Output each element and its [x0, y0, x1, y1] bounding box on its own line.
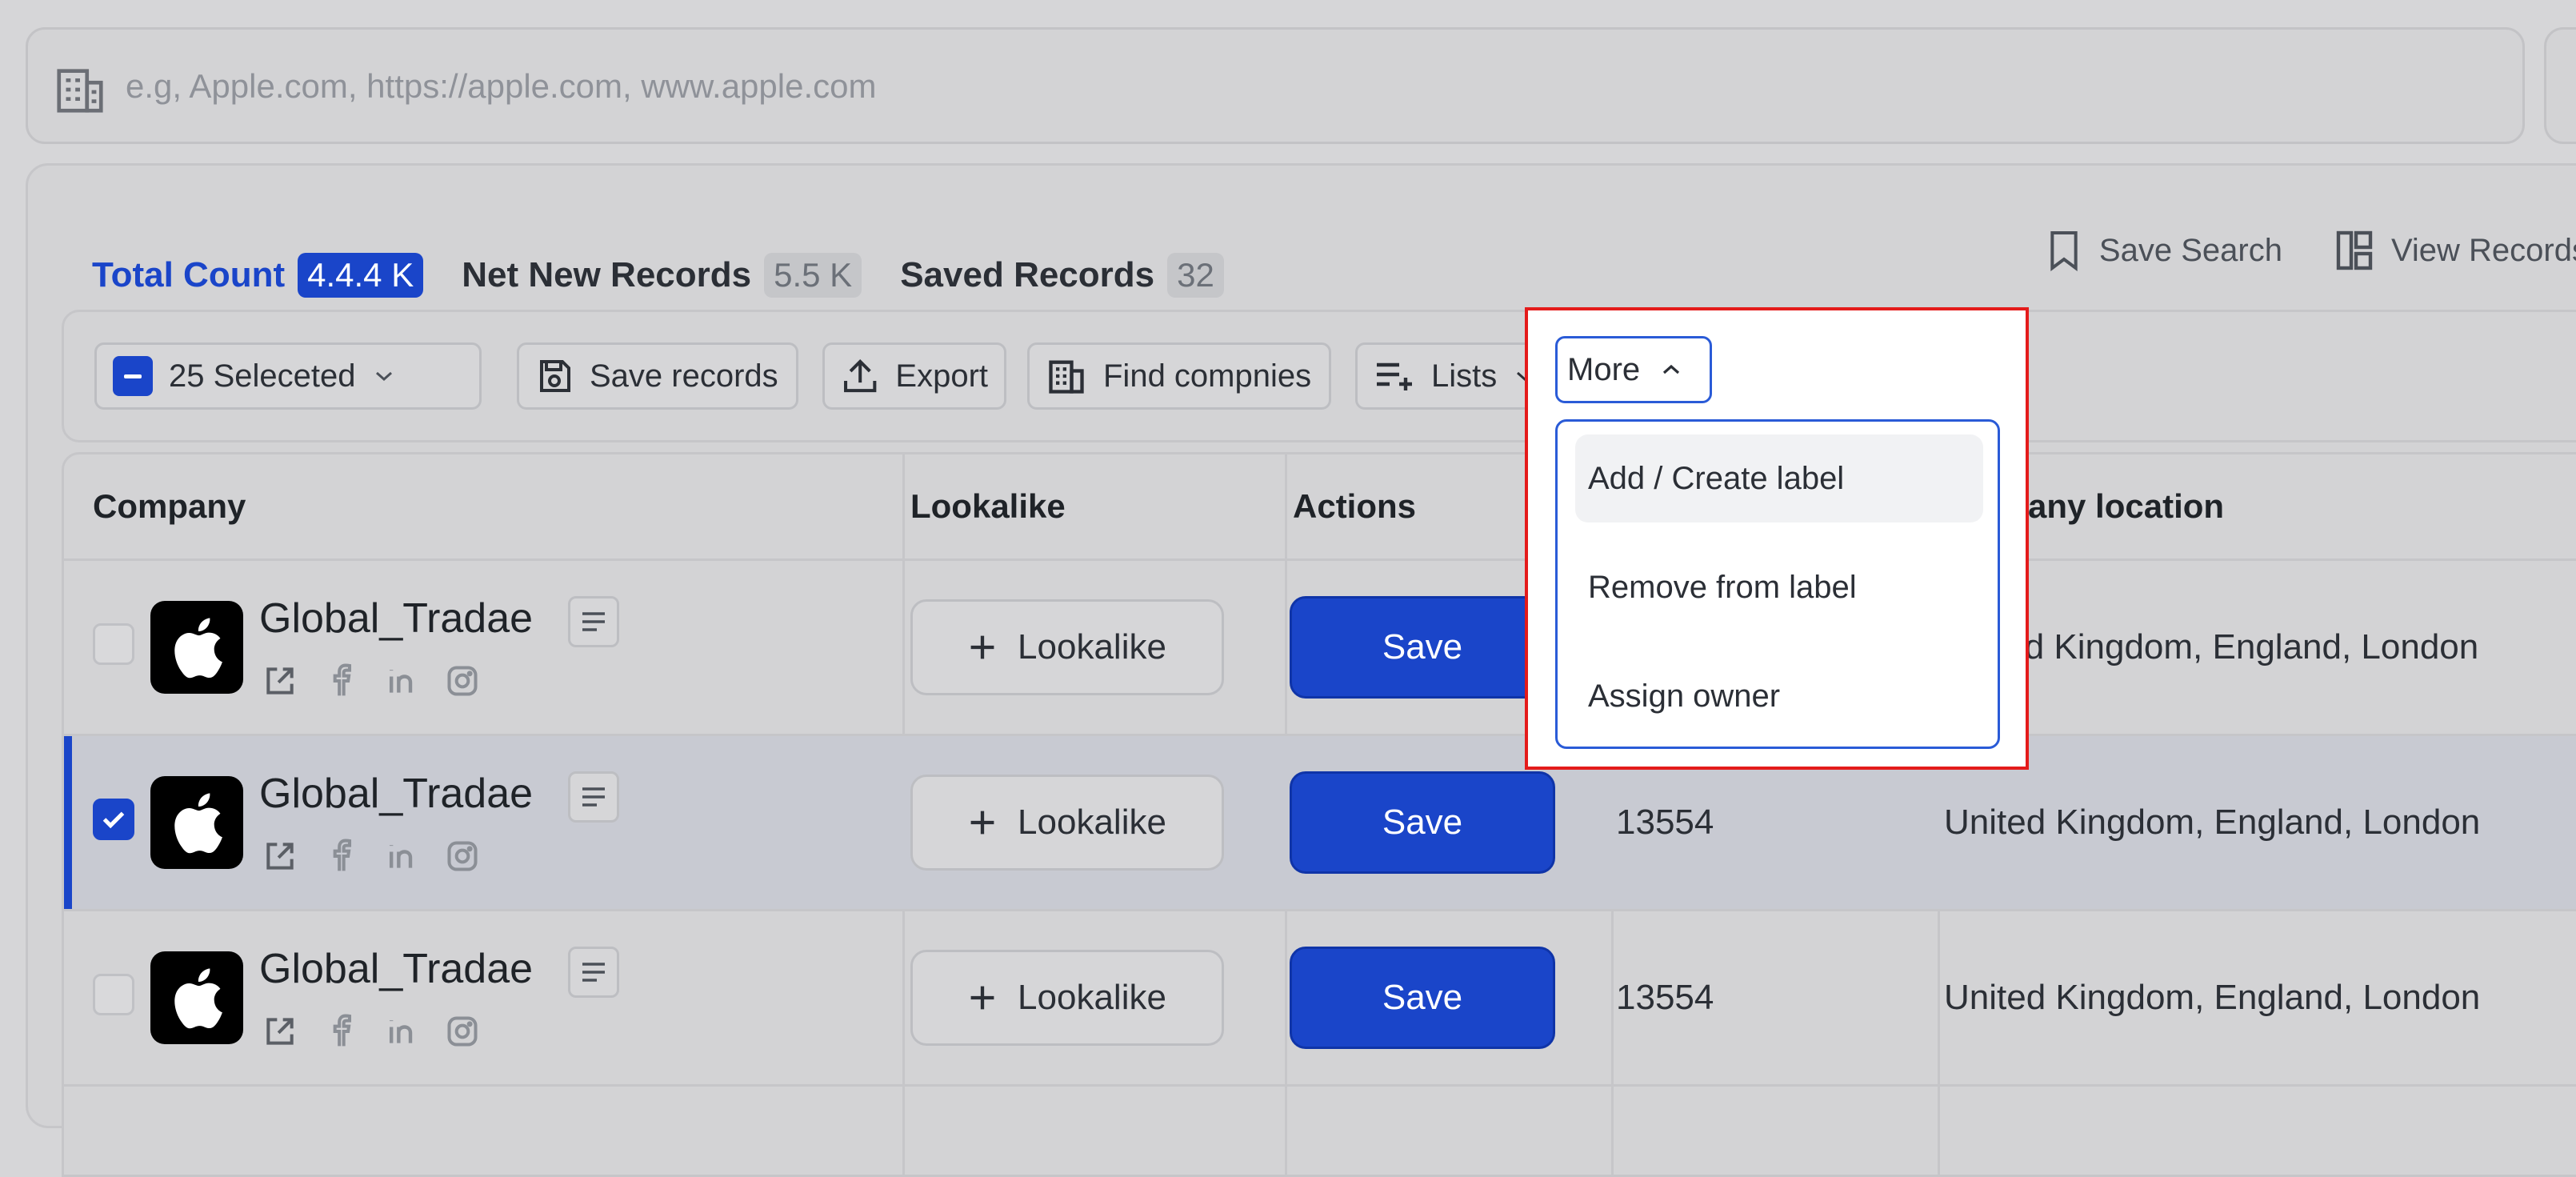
row-checkbox[interactable]	[93, 974, 134, 1015]
tab-count-badge: 5.5 K	[764, 253, 862, 298]
instagram-icon[interactable]	[443, 837, 482, 875]
external-link-icon[interactable]	[261, 1012, 299, 1051]
more-menu: Add / Create label Remove from label Ass…	[1555, 419, 2000, 749]
menu-item-assign-owner[interactable]: Assign owner	[1575, 652, 1983, 740]
apple-logo-icon	[150, 776, 243, 869]
save-button[interactable]: Save	[1290, 771, 1555, 874]
save-button[interactable]: Save	[1290, 596, 1555, 699]
export-button[interactable]: Export	[822, 342, 1006, 410]
selection-label: 25 Seleceted	[169, 358, 356, 394]
lookalike-label: Lookalike	[1018, 803, 1166, 842]
header-actions: Actions	[1293, 487, 1417, 525]
selection-dropdown[interactable]: 25 Seleceted	[94, 342, 482, 410]
instagram-icon[interactable]	[443, 1012, 482, 1051]
company-location: ted Kingdom, England, London	[1995, 627, 2479, 667]
lookalike-button[interactable]: Lookalike	[910, 950, 1224, 1046]
instagram-icon[interactable]	[443, 662, 482, 700]
companies-table: Company Lookalike Actions mpany location…	[62, 452, 2576, 1177]
bulk-actions-toolbar: 25 Seleceted Save records Export Find co…	[62, 310, 2576, 442]
export-label: Export	[895, 358, 988, 394]
building-icon	[1049, 360, 1084, 394]
note-icon[interactable]	[568, 771, 619, 823]
external-link-icon[interactable]	[261, 662, 299, 700]
note-icon[interactable]	[568, 596, 619, 647]
save-button[interactable]: Save	[1290, 947, 1555, 1049]
tab-count-badge: 4.4.4 K	[298, 253, 424, 298]
chevron-up-icon	[1663, 364, 1680, 374]
employee-count: 13554	[1616, 978, 1714, 1017]
facebook-icon[interactable]	[322, 1012, 360, 1051]
table-row: Global_Tradae Lookalike Save 13554 Unite…	[64, 736, 2576, 911]
row-checkbox[interactable]	[93, 623, 134, 665]
tab-count-badge: 32	[1167, 253, 1224, 298]
view-records-label: View Records	[2390, 232, 2576, 268]
row-checkbox[interactable]	[93, 799, 134, 840]
list-add-icon	[1377, 362, 1412, 390]
tab-label: Saved Records	[900, 255, 1155, 294]
more-dropdown-button[interactable]: More	[1555, 336, 1712, 403]
table-row: Global_Tradae Lookalike Save 13554 Unite…	[64, 911, 2576, 1087]
tab-saved-records[interactable]: Saved Records 32	[900, 239, 1224, 311]
search-input[interactable]	[124, 54, 2447, 119]
chevron-down-icon	[375, 371, 392, 382]
apple-logo-icon	[150, 951, 243, 1044]
save-records-label: Save records	[590, 358, 778, 394]
table-row: Global_Tradae Lookalike Save 13554 ted K…	[64, 561, 2576, 736]
company-location: United Kingdom, England, London	[1944, 978, 2481, 1017]
partial-check-icon	[113, 356, 153, 396]
lookalike-label: Lookalike	[1018, 627, 1166, 667]
linkedin-icon[interactable]	[382, 1012, 421, 1051]
apple-logo-icon	[150, 601, 243, 694]
save-icon	[540, 360, 570, 392]
company-name[interactable]: Global_Tradae	[259, 945, 533, 993]
top-actions: Save Search View Records	[2046, 230, 2576, 271]
search-side-button[interactable]	[2544, 27, 2576, 144]
save-search-label: Save Search	[2098, 232, 2282, 268]
facebook-icon[interactable]	[322, 837, 360, 875]
menu-item-remove-from-label[interactable]: Remove from label	[1575, 543, 1983, 631]
find-companies-label: Find compnies	[1103, 358, 1312, 394]
company-name[interactable]: Global_Tradae	[259, 595, 533, 643]
social-links	[261, 837, 482, 875]
lookalike-label: Lookalike	[1018, 978, 1166, 1017]
tab-label: Net New Records	[462, 255, 752, 294]
results-panel: Total Count 4.4.4 K Net New Records 5.5 …	[26, 163, 2576, 1177]
tab-label: Total Count	[92, 255, 286, 294]
plus-icon	[970, 811, 994, 835]
view-records-button[interactable]: View Records	[2335, 230, 2576, 271]
table-header: Company Lookalike Actions mpany location	[64, 454, 2576, 561]
check-icon	[102, 811, 125, 829]
upload-icon	[844, 359, 877, 393]
save-records-button[interactable]: Save records	[517, 342, 798, 410]
social-links	[261, 662, 482, 700]
facebook-icon[interactable]	[322, 662, 360, 700]
building-icon	[57, 69, 103, 113]
more-label: More	[1567, 351, 1641, 387]
tab-net-new-records[interactable]: Net New Records 5.5 K	[462, 239, 862, 311]
plus-icon	[970, 986, 994, 1010]
menu-item-add-create-label[interactable]: Add / Create label	[1575, 434, 1983, 522]
social-links	[261, 1012, 482, 1051]
tab-total-count[interactable]: Total Count 4.4.4 K	[78, 239, 435, 318]
linkedin-icon[interactable]	[382, 662, 421, 700]
header-company: Company	[93, 487, 246, 525]
external-link-icon[interactable]	[261, 837, 299, 875]
company-name[interactable]: Global_Tradae	[259, 770, 533, 818]
search-bar	[26, 27, 2525, 144]
lookalike-button[interactable]: Lookalike	[910, 775, 1224, 871]
find-companies-button[interactable]: Find compnies	[1027, 342, 1331, 410]
layout-icon	[2336, 230, 2373, 270]
record-tabs: Total Count 4.4.4 K Net New Records 5.5 …	[78, 239, 1262, 318]
linkedin-icon[interactable]	[382, 837, 421, 875]
lookalike-button[interactable]: Lookalike	[910, 599, 1224, 695]
plus-icon	[970, 635, 994, 659]
header-lookalike: Lookalike	[910, 487, 1066, 525]
note-icon[interactable]	[568, 947, 619, 998]
bookmark-icon	[2050, 230, 2078, 271]
save-search-button[interactable]: Save Search	[2046, 230, 2282, 271]
lists-label: Lists	[1431, 358, 1498, 394]
